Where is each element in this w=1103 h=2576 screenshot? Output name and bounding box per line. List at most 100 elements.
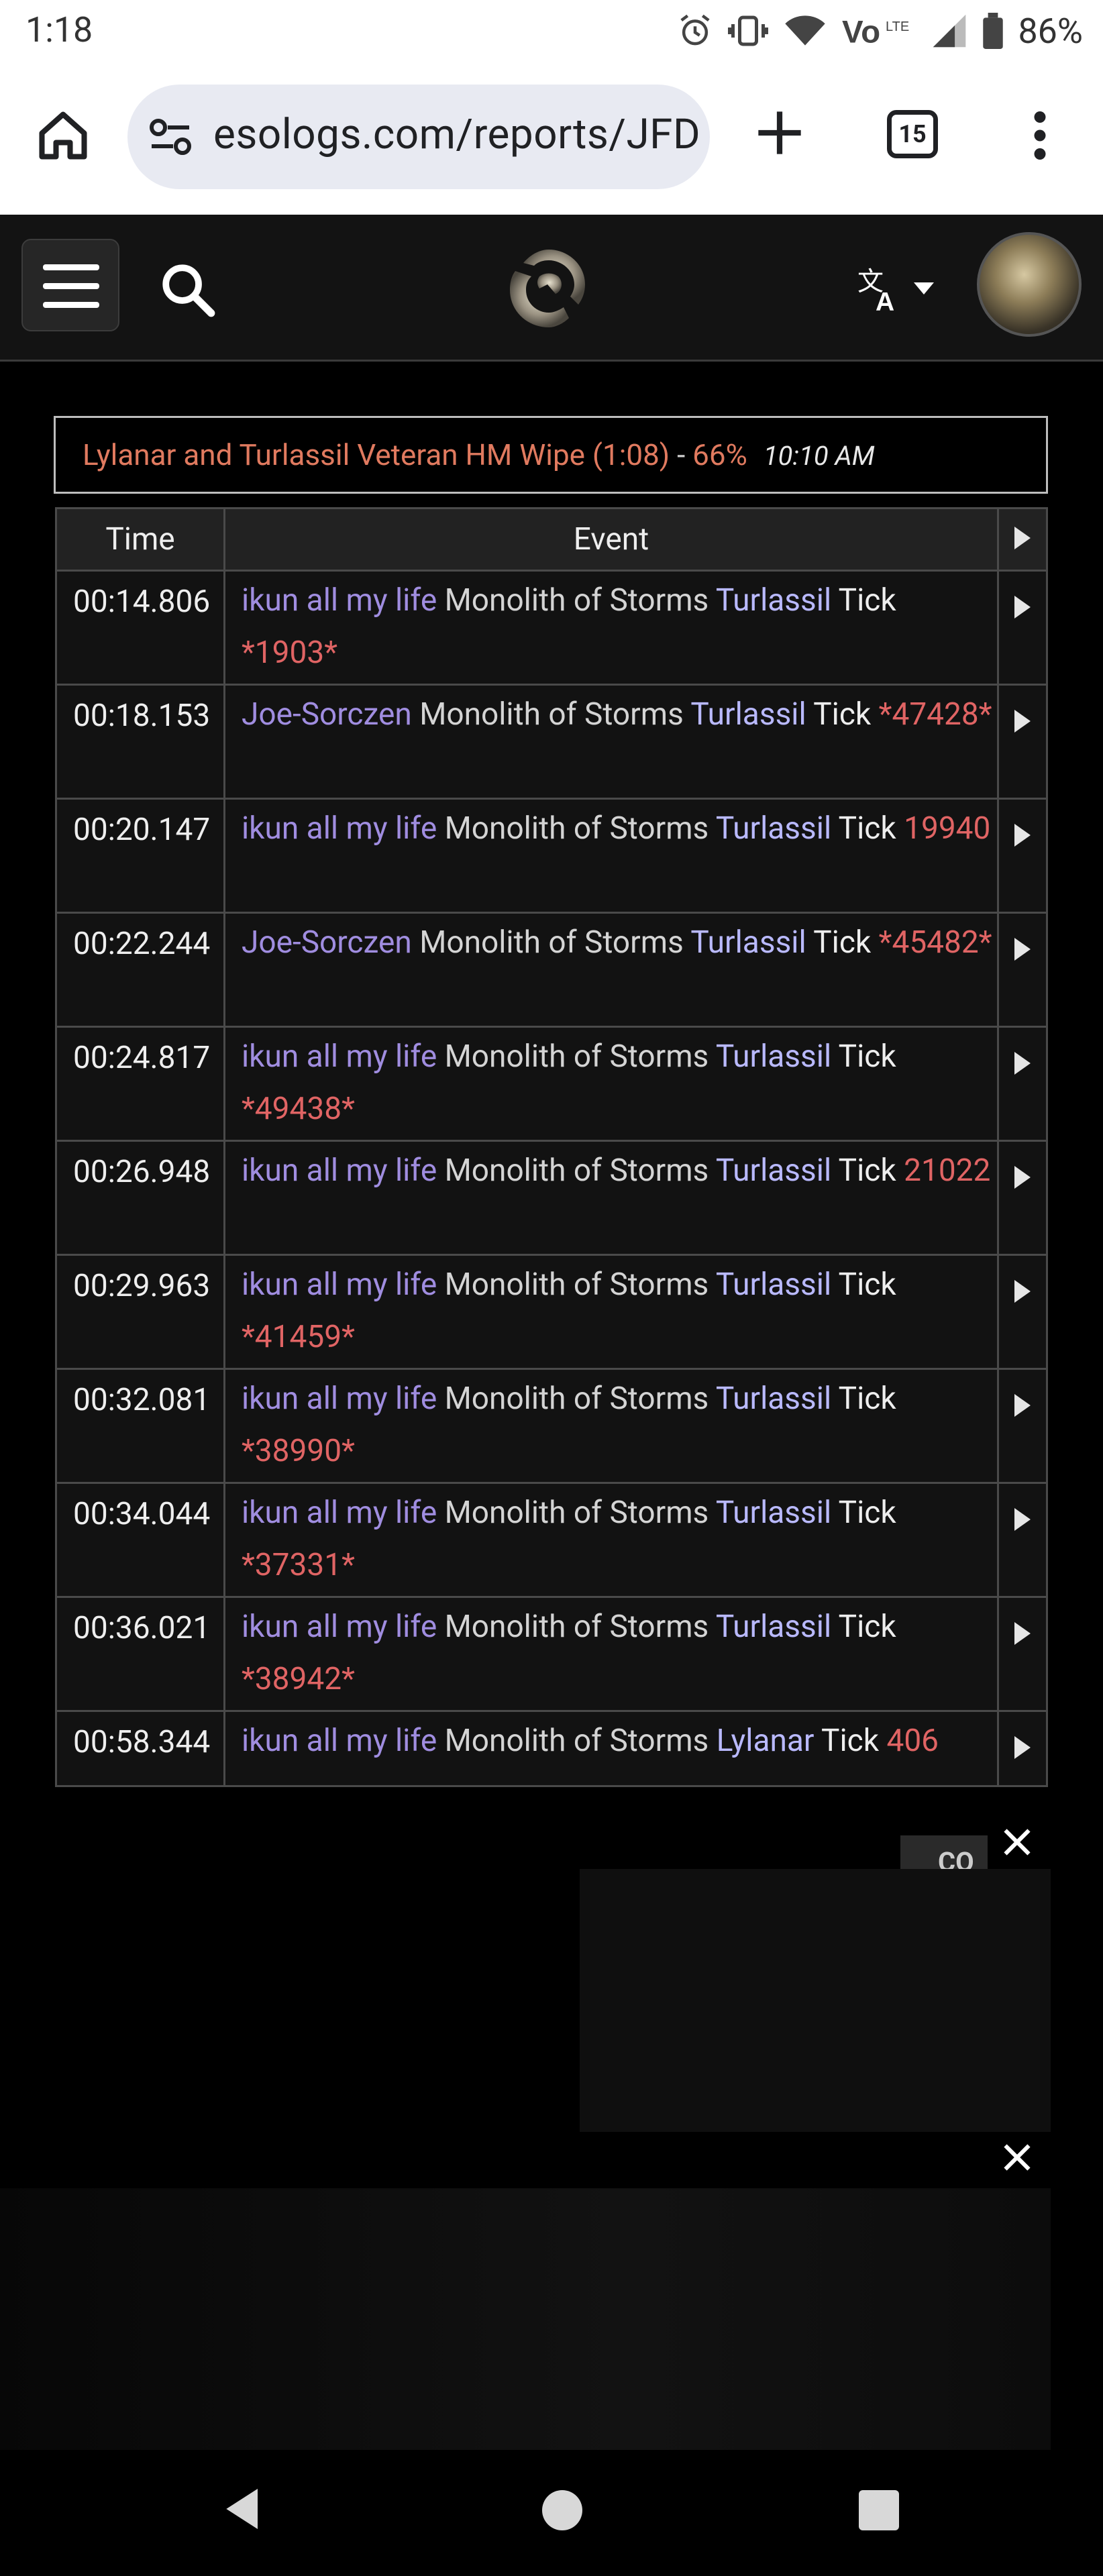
event-target[interactable]: Lylanar — [717, 1723, 815, 1759]
table-row[interactable]: 00:26.948 ikun all my life Monolith of St… — [55, 1140, 1048, 1256]
ad-banner[interactable] — [580, 1869, 1051, 2132]
event-source[interactable]: ikun all my life — [242, 1267, 437, 1303]
search-icon[interactable] — [158, 260, 219, 321]
close-icon[interactable] — [997, 1822, 1037, 1862]
event-source[interactable]: ikun all my life — [242, 1381, 437, 1417]
home-icon[interactable] — [35, 107, 91, 164]
event-source[interactable]: ikun all my life — [242, 1152, 437, 1189]
recents-icon[interactable] — [859, 2490, 899, 2530]
event-source[interactable]: ikun all my life — [242, 810, 437, 847]
event-target[interactable]: Turlassil — [716, 1381, 831, 1417]
expand-row-button[interactable] — [997, 1368, 1048, 1484]
event-source[interactable]: ikun all my life — [242, 1038, 437, 1075]
event-target[interactable]: Turlassil — [690, 924, 806, 961]
tune-icon[interactable] — [149, 117, 192, 157]
expand-row-button[interactable] — [997, 1026, 1048, 1142]
event-type: Tick — [813, 696, 872, 733]
event-target[interactable]: Turlassil — [690, 696, 806, 733]
event-time: 00:18.153 — [55, 684, 225, 800]
table-row[interactable]: 00:20.147 ikun all my life Monolith of St… — [55, 798, 1048, 914]
home-nav-icon[interactable] — [542, 2490, 582, 2530]
event-amount: *1903* — [242, 635, 338, 671]
event-source[interactable]: ikun all my life — [242, 582, 437, 619]
event-target[interactable]: Turlassil — [716, 1495, 831, 1531]
table-row[interactable]: 00:58.344 ikun all my life Monolith of St… — [55, 1710, 1048, 1787]
event-amount: 19940 — [904, 810, 991, 847]
expand-icon — [1014, 824, 1031, 847]
svg-text:Vo: Vo — [842, 15, 880, 50]
expand-all-button[interactable] — [997, 507, 1048, 572]
ad-banner-bottom[interactable] — [0, 2188, 1051, 2450]
expand-row-button[interactable] — [997, 1710, 1048, 1787]
fight-percent: 66% — [692, 437, 747, 472]
event-ability[interactable]: Monolith of Storms — [445, 1723, 709, 1759]
event-source[interactable]: ikun all my life — [242, 1723, 437, 1759]
event-ability[interactable]: Monolith of Storms — [445, 1609, 709, 1645]
event-source[interactable]: Joe-Sorczen — [242, 924, 412, 961]
event-ability[interactable]: Monolith of Storms — [445, 810, 709, 847]
expand-row-button[interactable] — [997, 1140, 1048, 1256]
table-row[interactable]: 00:18.153 Joe-Sorczen Monolith of Storms … — [55, 684, 1048, 800]
event-source[interactable]: ikun all my life — [242, 1495, 437, 1531]
table-row[interactable]: 00:24.817 ikun all my life Monolith of St… — [55, 1026, 1048, 1142]
event-target[interactable]: Turlassil — [716, 582, 831, 619]
event-ability[interactable]: Monolith of Storms — [445, 1381, 709, 1417]
expand-row-button[interactable] — [997, 570, 1048, 686]
expand-row-button[interactable] — [997, 912, 1048, 1028]
event-amount: *41459* — [242, 1319, 355, 1355]
event-ability[interactable]: Monolith of Storms — [445, 1152, 709, 1189]
fight-header[interactable]: Lylanar and Turlassil Veteran HM Wipe (1… — [54, 416, 1048, 494]
event-type: Tick — [838, 810, 896, 847]
site-logo[interactable] — [502, 241, 596, 333]
plus-icon[interactable] — [754, 107, 805, 158]
expand-row-button[interactable] — [997, 1482, 1048, 1598]
events-table: Time Event 00:14.806 ikun all my life Mon… — [55, 507, 1048, 1787]
tab-count: 15 — [898, 120, 927, 148]
table-row[interactable]: 00:22.244 Joe-Sorczen Monolith of Storms … — [55, 912, 1048, 1028]
event-amount: *49438* — [242, 1091, 355, 1127]
event-target[interactable]: Turlassil — [716, 1267, 831, 1303]
event-target[interactable]: Turlassil — [716, 1038, 831, 1075]
expand-row-button[interactable] — [997, 1596, 1048, 1712]
event-time: 00:36.021 — [55, 1596, 225, 1712]
time-column-header[interactable]: Time — [55, 507, 225, 572]
event-source[interactable]: ikun all my life — [242, 1609, 437, 1645]
table-row[interactable]: 00:32.081 ikun all my life Monolith of St… — [55, 1368, 1048, 1484]
event-column-header[interactable]: Event — [223, 507, 999, 572]
event-ability[interactable]: Monolith of Storms — [445, 1038, 709, 1075]
menu-icon[interactable] — [21, 239, 119, 331]
event-time: 00:29.963 — [55, 1254, 225, 1370]
close-icon[interactable] — [997, 2137, 1037, 2178]
event-target[interactable]: Turlassil — [716, 1152, 831, 1189]
event-time: 00:20.147 — [55, 798, 225, 914]
event-ability[interactable]: Monolith of Storms — [445, 1267, 709, 1303]
table-row[interactable]: 00:29.963 ikun all my life Monolith of St… — [55, 1254, 1048, 1370]
table-row[interactable]: 00:34.044 ikun all my life Monolith of St… — [55, 1482, 1048, 1598]
expand-row-button[interactable] — [997, 684, 1048, 800]
expand-row-button[interactable] — [997, 798, 1048, 914]
event-target[interactable]: Turlassil — [716, 1609, 831, 1645]
back-icon[interactable] — [217, 2482, 271, 2536]
avatar[interactable] — [977, 232, 1082, 337]
table-row[interactable]: 00:14.806 ikun all my life Monolith of St… — [55, 570, 1048, 686]
event-ability[interactable]: Monolith of Storms — [445, 582, 709, 619]
event-amount: 21022 — [904, 1152, 991, 1189]
translate-icon[interactable]: 文 A — [857, 262, 938, 315]
event-ability[interactable]: Monolith of Storms — [419, 696, 684, 733]
event-description: Joe-Sorczen Monolith of Storms Turlassil… — [223, 912, 999, 1028]
event-target[interactable]: Turlassil — [716, 810, 831, 847]
site-nav: 文 A — [0, 215, 1103, 362]
signal-icon — [933, 14, 966, 48]
tabs-button[interactable]: 15 — [887, 110, 938, 158]
status-icons: Vo LTE 86% — [677, 11, 1083, 52]
event-amount: *47428* — [878, 696, 992, 733]
event-ability[interactable]: Monolith of Storms — [419, 924, 684, 961]
url-bar[interactable]: esologs.com/reports/JFD — [127, 85, 710, 189]
expand-row-button[interactable] — [997, 1254, 1048, 1370]
table-row[interactable]: 00:36.021 ikun all my life Monolith of St… — [55, 1596, 1048, 1712]
event-ability[interactable]: Monolith of Storms — [445, 1495, 709, 1531]
event-time: 00:22.244 — [55, 912, 225, 1028]
more-vert-icon[interactable] — [1020, 109, 1060, 162]
event-source[interactable]: Joe-Sorczen — [242, 696, 412, 733]
fight-time: 10:10 AM — [763, 440, 875, 472]
